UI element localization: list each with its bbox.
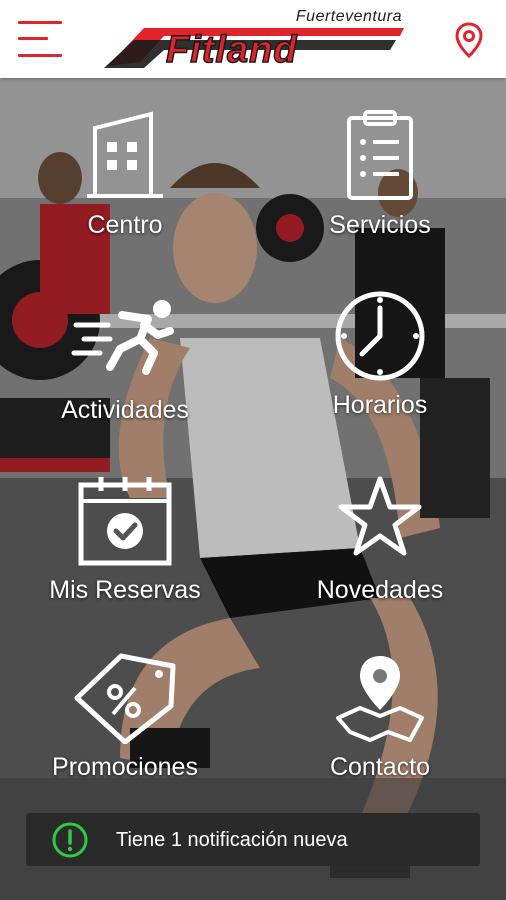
calendar-check-icon	[78, 477, 172, 566]
svg-text:Fitland: Fitland	[166, 29, 298, 68]
clipboard-list-icon	[347, 110, 413, 200]
menu-label: Centro	[87, 211, 163, 239]
menu-label: Contacto	[329, 753, 431, 781]
menu-label: Horarios	[332, 391, 428, 419]
percent-tag-icon	[74, 653, 176, 744]
menu-item-promociones[interactable]: Promociones	[25, 652, 225, 802]
running-man-icon	[71, 300, 174, 375]
alert-circle-icon	[52, 822, 88, 858]
menu-item-servicios[interactable]: Servicios	[280, 110, 480, 260]
menu-label: Actividades	[61, 396, 189, 424]
menu-item-centro[interactable]: Centro	[25, 110, 225, 260]
hamburger-menu-icon[interactable]	[18, 21, 62, 59]
menu-label: Servicios	[329, 211, 431, 239]
clock-icon	[335, 291, 425, 381]
notification-text: Tiene 1 notificación nueva	[116, 829, 348, 851]
menu-item-actividades[interactable]: Actividades	[25, 295, 225, 445]
menu-item-contacto[interactable]: Contacto	[280, 652, 480, 802]
menu-label: Mis Reservas	[49, 576, 201, 604]
map-pin-icon[interactable]	[455, 22, 483, 58]
app-header: Fuerteventura Fitland	[0, 0, 506, 78]
menu-item-horarios[interactable]: Horarios	[280, 290, 480, 440]
logo-wordmark: Fitland	[104, 28, 404, 68]
star-icon	[338, 476, 422, 556]
menu-label: Novedades	[316, 576, 444, 604]
menu-item-mis-reservas[interactable]: Mis Reservas	[25, 475, 225, 625]
map-location-icon	[336, 656, 424, 742]
notification-banner[interactable]: Tiene 1 notificación nueva	[26, 813, 480, 866]
fitland-logo: Fuerteventura Fitland	[104, 8, 406, 72]
menu-label: Promociones	[52, 753, 198, 781]
building-icon	[87, 111, 163, 198]
menu-item-novedades[interactable]: Novedades	[280, 475, 480, 625]
